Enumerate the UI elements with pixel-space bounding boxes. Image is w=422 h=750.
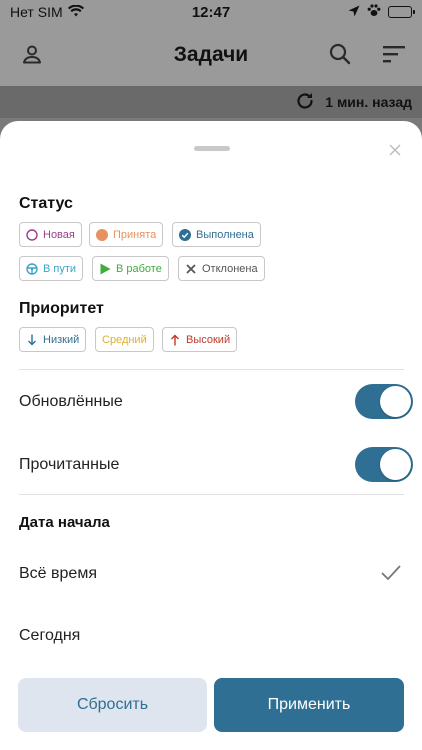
last-updated-text: 1 мин. назад	[325, 94, 412, 110]
chip-label: Отклонена	[202, 262, 258, 275]
close-icon	[389, 144, 401, 156]
status-chip-accepted[interactable]: Принята	[89, 222, 164, 247]
x-icon	[185, 263, 197, 275]
close-button[interactable]	[386, 141, 404, 159]
circle-outline-icon	[26, 228, 38, 241]
chip-label: Новая	[43, 228, 75, 241]
profile-button[interactable]	[16, 38, 48, 70]
priority-chip-low[interactable]: Низкий	[19, 327, 87, 352]
start-date-section-title: Дата начала	[19, 514, 110, 531]
refresh-icon[interactable]	[295, 91, 315, 114]
chip-label: В пути	[43, 262, 77, 275]
filter-sheet: Статус Новая Принята Выполнена В пути В …	[0, 121, 422, 750]
status-chip-done[interactable]: Выполнена	[172, 222, 261, 247]
wifi-icon	[67, 4, 84, 20]
chip-label: Принята	[113, 228, 157, 241]
search-button[interactable]	[324, 38, 356, 70]
chip-label: Высокий	[186, 333, 231, 346]
sheet-drag-handle[interactable]	[194, 146, 230, 151]
divider	[19, 494, 404, 495]
arrow-up-icon	[169, 334, 181, 346]
location-arrow-icon	[348, 4, 360, 20]
priority-chip-high[interactable]: Высокий	[162, 327, 238, 352]
checkmark-icon	[381, 565, 401, 581]
chip-label: Низкий	[43, 333, 80, 346]
user-icon	[23, 45, 41, 64]
priority-section-title: Приоритет	[19, 300, 104, 317]
play-icon	[99, 263, 111, 275]
status-section-title: Статус	[19, 195, 73, 212]
read-toggle[interactable]	[355, 447, 413, 482]
updated-toggle-label: Обновлённые	[19, 393, 123, 410]
sort-lines-icon	[383, 46, 405, 63]
sort-button[interactable]	[378, 38, 410, 70]
status-chip-new[interactable]: Новая	[19, 222, 82, 247]
nav-bar: Задачи	[0, 24, 422, 86]
page-title: Задачи	[173, 43, 249, 66]
search-icon	[329, 43, 351, 65]
arrow-down-icon	[26, 334, 38, 346]
status-bar: Нет SIM 12:47	[0, 0, 422, 24]
divider	[19, 369, 404, 370]
reset-button[interactable]: Сбросить	[18, 678, 207, 732]
toggle-knob	[380, 386, 411, 417]
read-toggle-label: Прочитанные	[19, 456, 120, 473]
status-chip-rejected[interactable]: Отклонена	[178, 256, 265, 281]
chip-label: В работе	[116, 262, 162, 275]
date-option-today[interactable]: Сегодня	[19, 627, 80, 645]
clock: 12:47	[191, 3, 231, 21]
circle-filled-icon	[96, 228, 108, 241]
paw-icon	[367, 4, 381, 20]
battery-icon	[388, 6, 415, 18]
status-chip-in-progress[interactable]: В работе	[92, 256, 169, 281]
check-circle-icon	[179, 228, 191, 241]
apply-button[interactable]: Применить	[214, 678, 404, 732]
chip-label: Средний	[102, 333, 147, 346]
refresh-bar: 1 мин. назад	[0, 86, 422, 118]
carrier-label: Нет SIM	[10, 4, 63, 20]
chip-label: Выполнена	[196, 228, 254, 241]
updated-toggle[interactable]	[355, 384, 413, 419]
status-chip-on-the-way[interactable]: В пути	[19, 256, 84, 281]
steering-wheel-icon	[26, 262, 38, 275]
priority-chip-medium[interactable]: Средний	[95, 327, 154, 352]
toggle-knob	[380, 449, 411, 480]
date-option-all-time[interactable]: Всё время	[19, 565, 97, 583]
